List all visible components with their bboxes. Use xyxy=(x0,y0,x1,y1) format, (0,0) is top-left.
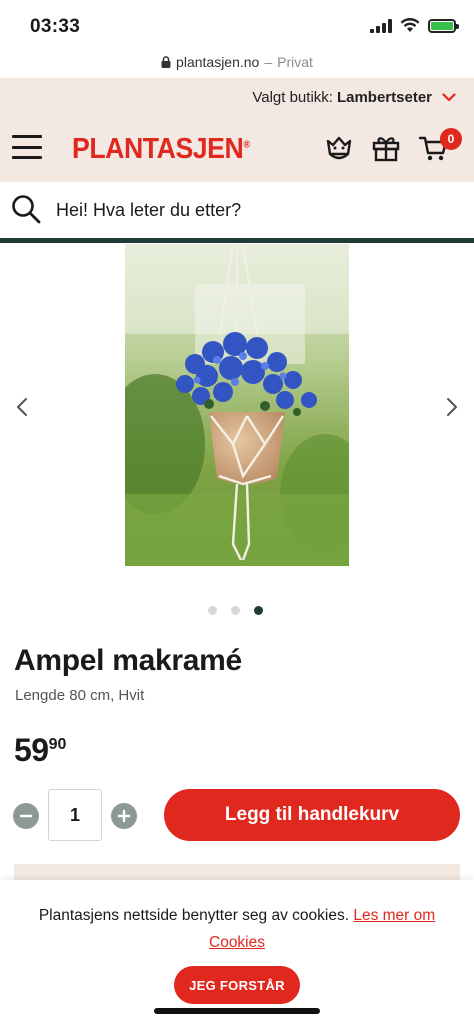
store-selector[interactable]: Valgt butikk: Lambertseter xyxy=(0,78,474,116)
carousel-prev-arrow[interactable] xyxy=(13,396,33,418)
carousel-dots xyxy=(208,606,263,615)
carousel-dot-active[interactable] xyxy=(254,606,263,615)
add-to-cart-button[interactable]: Legg til handlekurv xyxy=(164,789,460,841)
cookie-banner: Plantasjens nettside benytter seg av coo… xyxy=(0,880,474,1024)
carousel-dot[interactable] xyxy=(231,606,240,615)
search-divider xyxy=(0,238,474,243)
product-title: Ampel makramé xyxy=(14,644,242,677)
status-icons xyxy=(370,18,459,33)
lock-icon xyxy=(161,56,171,68)
quantity-increase-button[interactable] xyxy=(111,803,137,829)
logo-text: PLANTASJEN xyxy=(72,133,244,165)
url-separator: – xyxy=(264,54,273,70)
product-price: 5990 xyxy=(14,732,66,769)
url-bar[interactable]: plantasjen.no – Privat xyxy=(0,48,474,76)
chevron-down-icon xyxy=(442,92,456,101)
cookie-text: Plantasjens nettside benytter seg av coo… xyxy=(38,907,350,924)
cookie-accept-button[interactable]: JEG FORSTÅR xyxy=(174,966,300,1004)
crown-icon[interactable] xyxy=(323,132,355,164)
search-bar xyxy=(0,182,474,238)
wifi-icon xyxy=(400,18,420,32)
product-image[interactable] xyxy=(125,244,349,566)
price-decimal: 90 xyxy=(48,736,67,753)
gift-icon[interactable] xyxy=(370,132,402,164)
product-subtitle: Lengde 80 cm, Hvit xyxy=(15,687,145,704)
site-header: PLANTASJEN® xyxy=(0,116,474,182)
carousel-dot[interactable] xyxy=(208,606,217,615)
url-private-mode: Privat xyxy=(277,54,313,70)
quantity-input[interactable] xyxy=(48,789,102,841)
url-domain: plantasjen.no xyxy=(176,54,260,70)
plus-icon xyxy=(117,809,131,823)
signal-icon xyxy=(370,18,392,33)
search-input[interactable] xyxy=(56,196,456,224)
cookie-message: Plantasjens nettside benytter seg av coo… xyxy=(20,902,454,956)
status-bar: 03:33 xyxy=(0,0,474,48)
price-main: 59 xyxy=(14,732,49,768)
minus-icon xyxy=(19,814,33,818)
logo[interactable]: PLANTASJEN® xyxy=(72,133,250,166)
store-name: Lambertseter xyxy=(336,88,432,106)
menu-icon[interactable] xyxy=(12,135,42,159)
store-label: Valgt butikk: xyxy=(252,88,333,106)
status-time: 03:33 xyxy=(30,16,81,37)
search-icon[interactable] xyxy=(10,193,42,225)
carousel-next-arrow[interactable] xyxy=(441,396,461,418)
battery-icon xyxy=(428,18,459,33)
cart-count-badge: 0 xyxy=(440,128,462,150)
home-indicator[interactable] xyxy=(154,1008,320,1014)
quantity-decrease-button[interactable] xyxy=(13,803,39,829)
